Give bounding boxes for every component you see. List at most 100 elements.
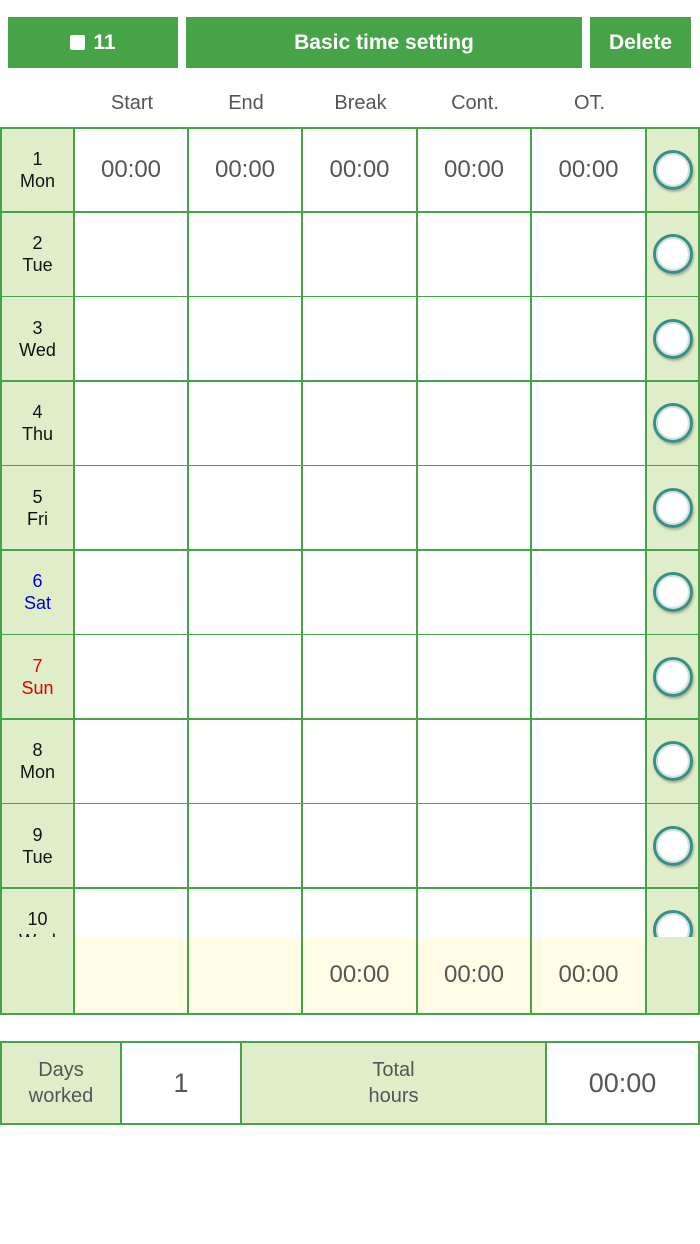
- weekday-name: Tue: [22, 846, 53, 867]
- start-time-cell[interactable]: [75, 297, 189, 382]
- radio-circle-icon[interactable]: [652, 572, 693, 612]
- break-time-cell[interactable]: [303, 550, 418, 636]
- column-header-ot: OT.: [573, 92, 606, 114]
- start-time-cell[interactable]: [75, 804, 189, 889]
- day-label-cell: 9 Tue: [0, 804, 75, 889]
- day-number: 2: [32, 233, 43, 253]
- day-label-cell: 10Wed: [0, 888, 75, 937]
- table-row: 2 Tue: [0, 212, 700, 298]
- radio-circle-icon[interactable]: [652, 825, 693, 866]
- cont-time-cell[interactable]: [418, 719, 532, 805]
- break-time-cell[interactable]: [303, 381, 418, 467]
- end-time-cell[interactable]: [189, 550, 303, 636]
- ot-time-cell[interactable]: [532, 297, 647, 382]
- totals-label-cell: [0, 937, 75, 1015]
- start-time-cell[interactable]: 00:00: [75, 129, 189, 213]
- radio-circle-icon[interactable]: [652, 487, 693, 528]
- cont-time-cell[interactable]: [418, 804, 532, 889]
- break-time-cell[interactable]: 00:00: [303, 129, 418, 213]
- row-select-cell[interactable]: [647, 212, 700, 298]
- days-worked-label: Days worked: [2, 1043, 122, 1123]
- break-time-cell[interactable]: [303, 635, 418, 720]
- day-number: 10: [27, 909, 48, 929]
- row-select-cell[interactable]: [647, 381, 700, 467]
- break-time-cell[interactable]: [303, 888, 418, 937]
- end-time-cell[interactable]: [189, 804, 303, 889]
- weekday-name: Wed: [19, 339, 56, 360]
- row-select-cell[interactable]: [647, 888, 700, 937]
- ot-time-cell[interactable]: [532, 888, 647, 937]
- radio-circle-icon[interactable]: [652, 149, 693, 190]
- break-time-cell[interactable]: [303, 804, 418, 889]
- row-select-cell[interactable]: [647, 550, 700, 636]
- cont-time-cell[interactable]: 00:00: [418, 129, 532, 213]
- radio-circle-icon[interactable]: [652, 403, 693, 443]
- radio-circle-icon[interactable]: [652, 234, 693, 274]
- radio-circle-icon[interactable]: [652, 656, 693, 697]
- row-select-cell[interactable]: [647, 635, 700, 720]
- break-time-cell[interactable]: [303, 297, 418, 382]
- start-time-cell[interactable]: [75, 466, 189, 551]
- total-start: [75, 937, 189, 1015]
- day-number: 6: [32, 571, 43, 591]
- start-time-cell[interactable]: [75, 635, 189, 720]
- column-header-cont: Cont.: [451, 92, 499, 114]
- basic-time-setting-button[interactable]: Basic time setting: [186, 17, 582, 68]
- end-time-cell[interactable]: [189, 888, 303, 937]
- table-row: 1 Mon 00:00 00:00 00:00 00:00 00:00: [0, 129, 700, 213]
- days-worked-value: 1: [122, 1043, 242, 1123]
- weekday-name: Sat: [23, 593, 52, 613]
- start-time-cell[interactable]: [75, 381, 189, 467]
- start-time-cell[interactable]: [75, 550, 189, 636]
- weekday-name: Tue: [22, 255, 53, 275]
- radio-circle-icon[interactable]: [652, 910, 693, 937]
- cont-time-cell[interactable]: [418, 888, 532, 937]
- end-time-cell[interactable]: 00:00: [189, 129, 303, 213]
- radio-circle-icon[interactable]: [652, 741, 693, 781]
- ot-time-cell[interactable]: [532, 719, 647, 805]
- break-time-cell[interactable]: [303, 212, 418, 298]
- table-row: 8 Mon: [0, 719, 700, 805]
- start-time-cell[interactable]: [75, 719, 189, 805]
- row-select-cell[interactable]: [647, 297, 700, 382]
- break-time-cell[interactable]: [303, 719, 418, 805]
- cont-time-cell[interactable]: [418, 297, 532, 382]
- day-number: 1: [32, 148, 43, 169]
- row-select-cell[interactable]: [647, 804, 700, 889]
- table-row: 5 Fri: [0, 466, 700, 551]
- row-select-cell[interactable]: [647, 129, 700, 213]
- end-time-cell[interactable]: [189, 297, 303, 382]
- start-time-cell[interactable]: [75, 888, 189, 937]
- month-button[interactable]: 11: [8, 17, 178, 68]
- ot-time-cell[interactable]: [532, 635, 647, 720]
- cont-time-cell[interactable]: [418, 635, 532, 720]
- ot-time-cell[interactable]: 00:00: [532, 129, 647, 213]
- total-hours-value: 00:00: [547, 1043, 698, 1123]
- ot-time-cell[interactable]: [532, 466, 647, 551]
- row-select-cell[interactable]: [647, 719, 700, 805]
- timesheet-grid[interactable]: 1 Mon 00:00 00:00 00:00 00:00 00:00 2 Tue 3 Wed 4 Th…: [0, 127, 700, 937]
- day-number: 9: [32, 824, 43, 845]
- radio-circle-icon[interactable]: [652, 318, 693, 359]
- row-select-cell[interactable]: [647, 466, 700, 551]
- table-row: 4 Thu: [0, 381, 700, 467]
- end-time-cell[interactable]: [189, 635, 303, 720]
- day-label-cell: 8 Mon: [0, 719, 75, 805]
- break-time-cell[interactable]: [303, 466, 418, 551]
- ot-time-cell[interactable]: [532, 550, 647, 636]
- end-time-cell[interactable]: [189, 719, 303, 805]
- start-time-cell[interactable]: [75, 212, 189, 298]
- cont-time-cell[interactable]: [418, 466, 532, 551]
- end-time-cell[interactable]: [189, 212, 303, 298]
- end-time-cell[interactable]: [189, 466, 303, 551]
- end-time-cell[interactable]: [189, 381, 303, 467]
- ot-time-cell[interactable]: [532, 212, 647, 298]
- cont-time-cell[interactable]: [418, 550, 532, 636]
- cont-time-cell[interactable]: [418, 212, 532, 298]
- ot-time-cell[interactable]: [532, 804, 647, 889]
- delete-button[interactable]: Delete: [590, 17, 691, 68]
- ot-time-cell[interactable]: [532, 381, 647, 467]
- cont-time-cell[interactable]: [418, 381, 532, 467]
- weekday-name: Fri: [27, 508, 48, 529]
- day-label-cell: 7 Sun: [0, 635, 75, 720]
